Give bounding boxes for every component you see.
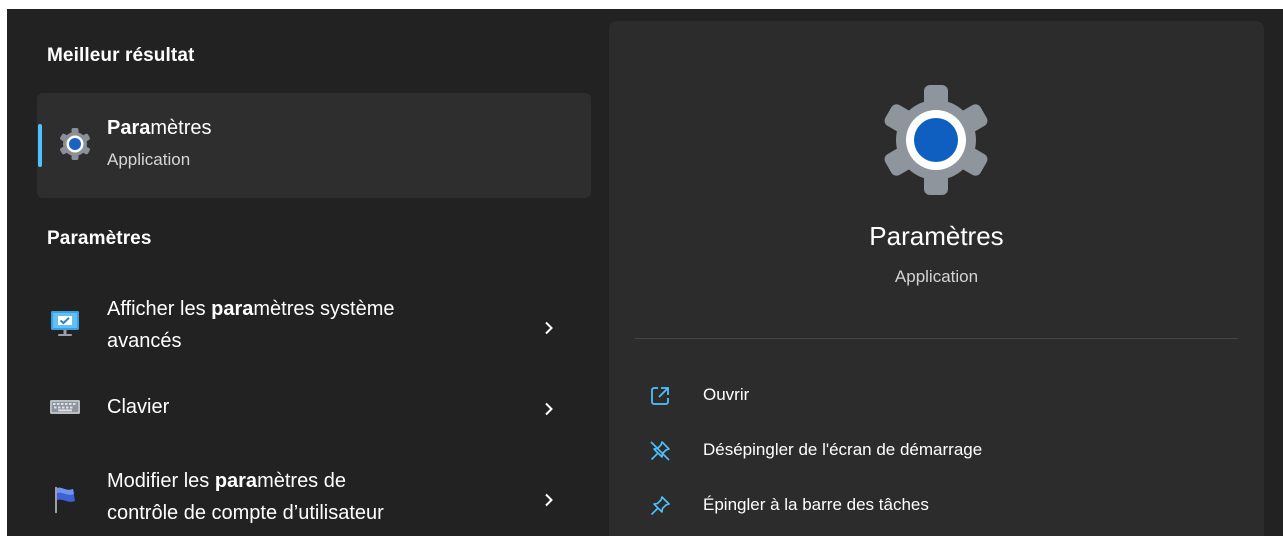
results-column: Meilleur résultat Paramètres Application… (7, 9, 597, 536)
pin-taskbar-label: Épingler à la barre des tâches (703, 495, 929, 514)
pin-icon (650, 496, 670, 516)
result-advanced-system-settings[interactable]: Afficher les paramètres système avancés (37, 293, 591, 363)
monitor-settings-icon (51, 311, 79, 336)
best-match-title-rest: mètres (150, 117, 212, 139)
result-line-1: Modifier les paramètres de (107, 465, 527, 497)
divider (635, 338, 1238, 339)
chevron-right-icon (545, 402, 553, 416)
keyboard-icon (50, 400, 80, 414)
details-panel: Paramètres Application Ouvrir Désépingle… (609, 21, 1264, 536)
result-line-1: Clavier (107, 391, 527, 423)
result-line-2: avancés (107, 330, 182, 352)
search-window: Meilleur résultat Paramètres Application… (7, 9, 1283, 536)
result-text-pre: Afficher les (107, 298, 212, 320)
open-action[interactable]: Ouvrir (649, 379, 1209, 413)
unpin-icon (650, 441, 670, 461)
app-subtitle: Application (894, 267, 979, 286)
result-text-post: mètres système (253, 298, 395, 320)
result-text-pre: Modifier les (107, 470, 215, 492)
best-match-title-bold: Para (107, 117, 151, 139)
result-line-1: Afficher les paramètres système (107, 293, 527, 325)
best-match-header: Meilleur résultat (47, 45, 195, 66)
result-keyboard[interactable]: Clavier (37, 391, 591, 425)
result-user-account-control[interactable]: Modifier les paramètres de contrôle de c… (37, 465, 591, 535)
chevron-right-icon (545, 321, 553, 335)
result-label: Modifier les paramètres de contrôle de c… (107, 465, 527, 529)
settings-section-header: Paramètres (47, 228, 152, 249)
result-line-2: contrôle de compte d’utilisateur (107, 502, 384, 524)
chevron-right-icon (545, 493, 553, 507)
best-match-item[interactable]: Paramètres Application (37, 93, 591, 198)
best-match-title: Paramètres (107, 117, 212, 140)
pin-taskbar-action[interactable]: Épingler à la barre des tâches (649, 489, 1209, 523)
result-text-post: mètres de (257, 470, 346, 492)
open-external-icon (651, 387, 669, 405)
uac-flag-icon (55, 487, 75, 513)
best-match-subtitle: Application (107, 150, 191, 169)
open-label: Ouvrir (703, 385, 750, 404)
app-title: Paramètres (869, 221, 1004, 251)
result-text-bold: para (211, 298, 254, 320)
settings-gear-icon (884, 85, 988, 195)
result-label: Afficher les paramètres système avancés (107, 293, 527, 357)
result-text-bold: para (214, 470, 258, 492)
unpin-start-label: Désépingler de l'écran de démarrage (703, 440, 983, 459)
result-text-pre: Clavier (107, 396, 170, 418)
selection-indicator (38, 124, 42, 167)
unpin-start-action[interactable]: Désépingler de l'écran de démarrage (649, 434, 1209, 468)
result-label: Clavier (107, 391, 527, 423)
settings-gear-icon (60, 128, 90, 160)
